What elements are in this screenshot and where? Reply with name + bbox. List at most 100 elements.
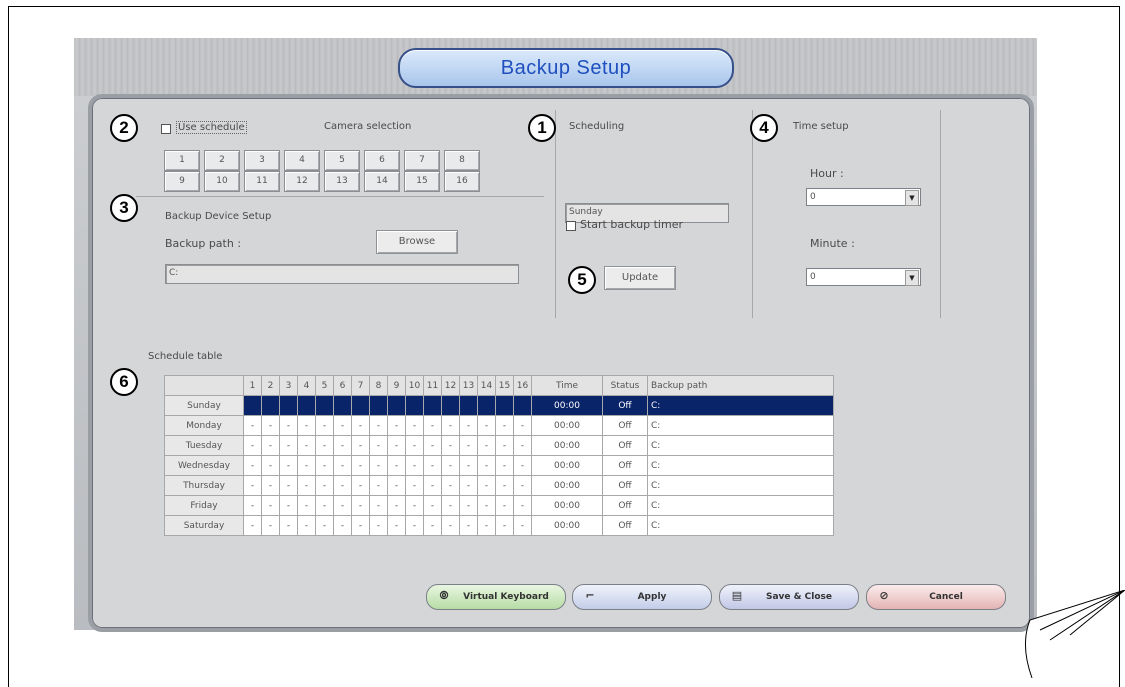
table-row[interactable]: Monday - - - - - - - - - - - - - - - -00:00 Off C: bbox=[164, 415, 834, 436]
table-row[interactable]: Thursday - - - - - - - - - - - - - - - -00:00 Off C: bbox=[164, 475, 834, 496]
camera-button[interactable]: 4 bbox=[284, 150, 320, 171]
time-cell: 00:00 bbox=[531, 495, 603, 516]
channel-cell: - bbox=[243, 435, 262, 456]
channel-cell: - bbox=[477, 455, 496, 476]
channel-cell: - bbox=[441, 435, 460, 456]
channel-cell bbox=[315, 395, 334, 416]
channel-cell: - bbox=[513, 415, 532, 436]
table-corner-header bbox=[164, 375, 244, 396]
camera-button[interactable]: 16 bbox=[444, 171, 480, 192]
channel-cell: - bbox=[513, 475, 532, 496]
channel-cell: - bbox=[495, 415, 514, 436]
channel-cell: - bbox=[459, 415, 478, 436]
table-row[interactable]: Sunday 00:00 Off C: bbox=[164, 395, 834, 416]
table-row[interactable]: Wednesday - - - - - - - - - - - - - - - -00:00 Off C: bbox=[164, 455, 834, 476]
channel-cell: - bbox=[333, 435, 352, 456]
page-curl-decoration bbox=[1025, 590, 1125, 678]
channel-header: 2 bbox=[261, 375, 280, 396]
channel-cell: - bbox=[261, 475, 280, 496]
camera-button[interactable]: 11 bbox=[244, 171, 280, 192]
update-button[interactable]: Update bbox=[604, 266, 676, 290]
dropdown-arrow-icon[interactable]: ▼ bbox=[905, 190, 919, 206]
status-header: Status bbox=[602, 375, 648, 396]
channel-cell: - bbox=[315, 455, 334, 476]
channel-cell: - bbox=[297, 415, 316, 436]
camera-button[interactable]: 7 bbox=[404, 150, 440, 171]
use-schedule-checkbox[interactable] bbox=[161, 124, 171, 134]
channel-cell: - bbox=[279, 415, 298, 436]
camera-button[interactable]: 14 bbox=[364, 171, 400, 192]
channel-cell: - bbox=[441, 415, 460, 436]
start-backup-timer-checkbox[interactable] bbox=[566, 221, 576, 231]
camera-button[interactable]: 12 bbox=[284, 171, 320, 192]
browse-button[interactable]: Browse bbox=[376, 230, 458, 254]
path-cell: C: bbox=[647, 435, 834, 456]
apply-button[interactable]: ⌐ Apply bbox=[572, 584, 712, 610]
camera-button[interactable]: 2 bbox=[204, 150, 240, 171]
backup-device-heading: Backup Device Setup bbox=[165, 211, 272, 222]
schedule-table[interactable]: 1 2 3 4 5 6 7 8 9 10 11 12 13 14 15 16 Time Status Backup … bbox=[164, 375, 834, 536]
hour-select[interactable]: 0 ▼ bbox=[806, 188, 921, 206]
minute-label: Minute : bbox=[810, 237, 855, 250]
time-cell: 00:00 bbox=[531, 435, 603, 456]
channel-cell: - bbox=[387, 475, 406, 496]
time-cell: 00:00 bbox=[531, 455, 603, 476]
camera-button[interactable]: 9 bbox=[164, 171, 200, 192]
save-icon: ▤ bbox=[731, 589, 743, 602]
cancel-button[interactable]: ⊘ Cancel bbox=[866, 584, 1006, 610]
time-header: Time bbox=[531, 375, 603, 396]
channel-cell bbox=[369, 395, 388, 416]
channel-cell: - bbox=[405, 495, 424, 516]
camera-button[interactable]: 8 bbox=[444, 150, 480, 171]
path-cell: C: bbox=[647, 415, 834, 436]
backup-path-header: Backup path bbox=[647, 375, 834, 396]
channel-cell: - bbox=[315, 435, 334, 456]
channel-cell: - bbox=[333, 495, 352, 516]
path-cell: C: bbox=[647, 495, 834, 516]
day-cell: Sunday bbox=[164, 395, 244, 416]
start-backup-timer-label: Start backup timer bbox=[580, 218, 683, 231]
save-close-button[interactable]: ▤ Save & Close bbox=[719, 584, 859, 610]
channel-cell: - bbox=[315, 475, 334, 496]
channel-cell: - bbox=[333, 515, 352, 536]
keyboard-icon: ⦾ bbox=[439, 589, 449, 602]
camera-button[interactable]: 1 bbox=[164, 150, 200, 171]
camera-button[interactable]: 3 bbox=[244, 150, 280, 171]
time-setup-heading: Time setup bbox=[793, 121, 849, 132]
virtual-keyboard-button[interactable]: ⦾ Virtual Keyboard bbox=[426, 584, 566, 610]
time-cell: 00:00 bbox=[531, 395, 603, 416]
channel-cell: - bbox=[441, 475, 460, 496]
channel-header: 8 bbox=[369, 375, 388, 396]
channel-header: 14 bbox=[477, 375, 496, 396]
table-row[interactable]: Friday - - - - - - - - - - - - - - - -00:00 Off C: bbox=[164, 495, 834, 516]
backup-path-input[interactable]: C: bbox=[165, 264, 519, 284]
channel-cell: - bbox=[477, 435, 496, 456]
channel-header: 12 bbox=[441, 375, 460, 396]
camera-button[interactable]: 10 bbox=[204, 171, 240, 192]
camera-button[interactable]: 15 bbox=[404, 171, 440, 192]
channel-header: 7 bbox=[351, 375, 370, 396]
dropdown-arrow-icon[interactable]: ▼ bbox=[905, 270, 919, 286]
channel-cell bbox=[279, 395, 298, 416]
channel-cell: - bbox=[387, 495, 406, 516]
camera-button[interactable]: 6 bbox=[364, 150, 400, 171]
status-cell: Off bbox=[602, 415, 648, 436]
table-row[interactable]: Tuesday - - - - - - - - - - - - - - - -00:00 Off C: bbox=[164, 435, 834, 456]
apply-icon: ⌐ bbox=[585, 589, 595, 602]
channel-cell bbox=[261, 395, 280, 416]
table-row[interactable]: Saturday - - - - - - - - - - - - - - - -00:00 Off C: bbox=[164, 515, 834, 536]
minute-select[interactable]: 0 ▼ bbox=[806, 268, 921, 286]
camera-button[interactable]: 13 bbox=[324, 171, 360, 192]
channel-cell: - bbox=[369, 515, 388, 536]
camera-button[interactable]: 5 bbox=[324, 150, 360, 171]
channel-cell: - bbox=[513, 495, 532, 516]
day-cell: Monday bbox=[164, 415, 244, 436]
day-cell: Friday bbox=[164, 495, 244, 516]
channel-cell: - bbox=[513, 515, 532, 536]
channel-cell: - bbox=[243, 415, 262, 436]
channel-cell: - bbox=[405, 455, 424, 476]
scheduling-heading: Scheduling bbox=[569, 121, 625, 132]
status-cell: Off bbox=[602, 435, 648, 456]
status-cell: Off bbox=[602, 495, 648, 516]
divider bbox=[752, 110, 753, 318]
